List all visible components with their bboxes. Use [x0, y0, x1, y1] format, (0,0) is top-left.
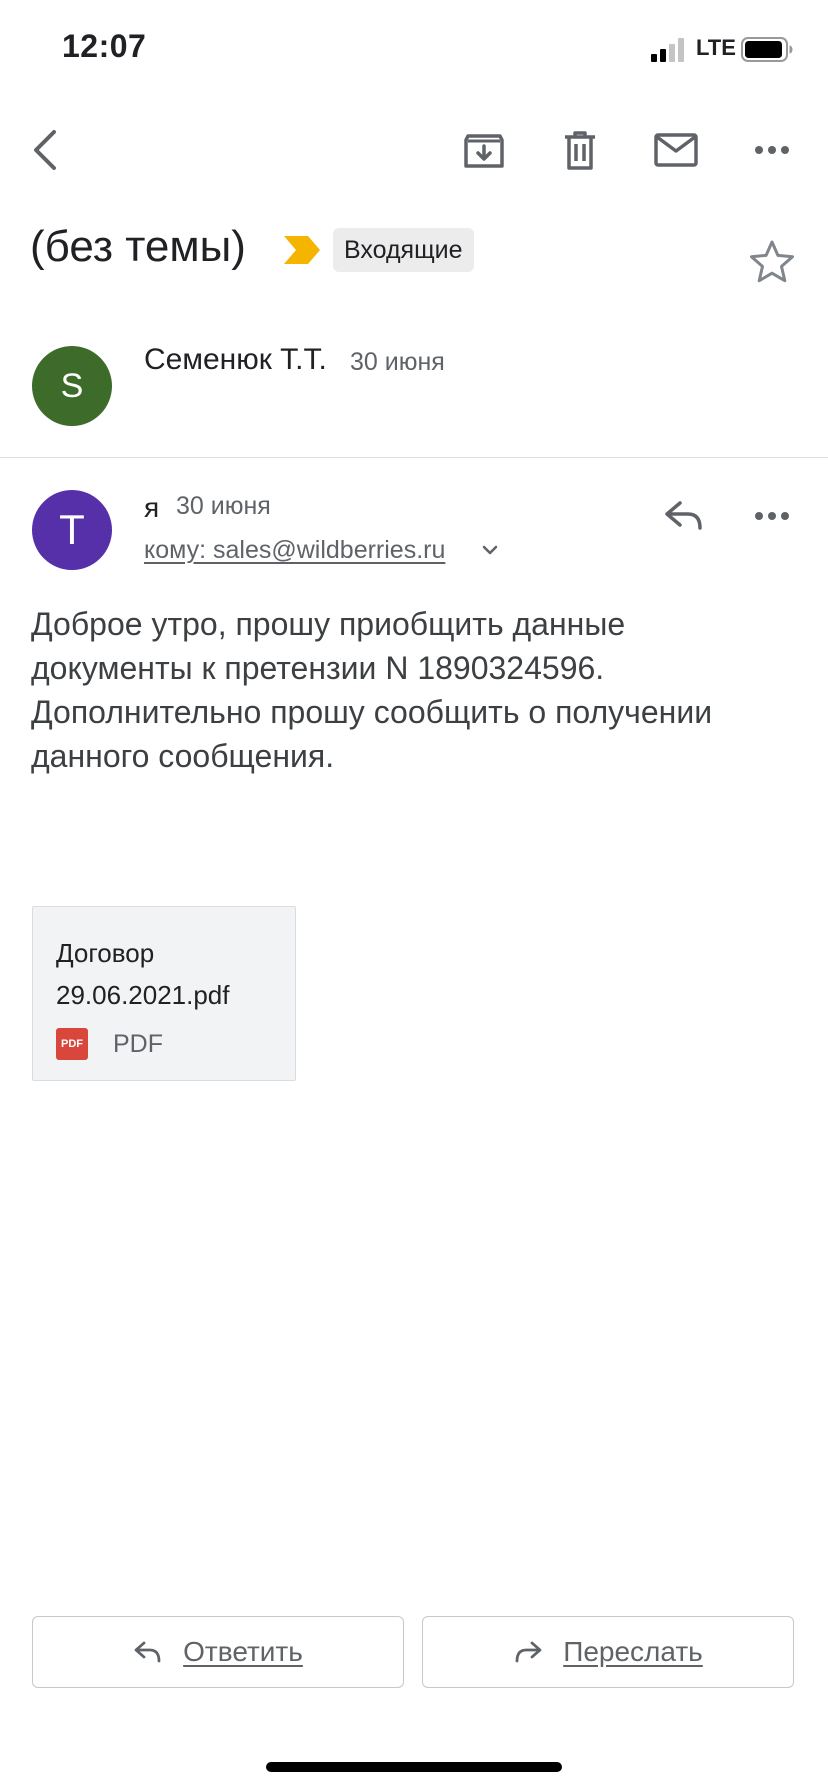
mark-unread-button[interactable]	[648, 122, 704, 178]
network-type: LTE	[696, 35, 736, 60]
back-button[interactable]	[17, 122, 73, 178]
star-icon[interactable]	[748, 238, 796, 286]
more-icon	[755, 146, 789, 154]
forward-label: Переслать	[563, 1636, 703, 1667]
avatar-letter: T	[59, 506, 85, 553]
reply-action-button[interactable]: Ответить	[32, 1616, 404, 1688]
body-line: Дополнительно прошу сообщить о получении	[31, 694, 713, 730]
reply-label: Ответить	[183, 1636, 303, 1667]
chevron-down-icon[interactable]	[480, 540, 500, 560]
avatar-letter: S	[60, 366, 84, 405]
home-indicator[interactable]	[266, 1762, 562, 1772]
status-time: 12:07	[62, 28, 147, 64]
body-line: Доброе утро, прошу приобщить данные	[31, 606, 626, 642]
pdf-file-icon: PDF	[56, 1028, 88, 1060]
attachment-name-line: Договор	[56, 938, 155, 968]
attachment-type: PDF	[113, 1030, 163, 1058]
reply-icon	[665, 501, 702, 530]
reply-icon	[134, 1641, 161, 1663]
more-icon	[755, 512, 789, 520]
reply-button[interactable]	[656, 488, 712, 544]
sender-name[interactable]: Семенюк Т.Т.	[144, 343, 327, 377]
forward-icon	[515, 1641, 542, 1663]
body-line: данного сообщения.	[31, 738, 335, 774]
trash-icon	[565, 131, 595, 170]
attachment-name: Договор 29.06.2021.pdf	[56, 932, 276, 1016]
recipients-toggle[interactable]: кому: sales@wildberries.ru	[144, 536, 445, 565]
signal-icon	[651, 38, 684, 62]
message-more-button[interactable]	[744, 488, 800, 544]
archive-button[interactable]	[456, 122, 512, 178]
back-icon	[34, 130, 56, 170]
forward-action-button[interactable]: Переслать	[422, 1616, 794, 1688]
message-body: Доброе утро, прошу приобщить данные доку…	[31, 602, 801, 778]
email-subject: (без темы)	[30, 222, 246, 271]
message-date: 30 июня	[350, 348, 445, 376]
archive-icon	[464, 134, 504, 168]
attachment-card[interactable]: Договор 29.06.2021.pdf PDF PDF	[32, 906, 296, 1081]
body-line: документы к претензии N 1890324596.	[31, 650, 605, 686]
sender-name[interactable]: я	[144, 492, 159, 524]
battery-icon	[741, 37, 793, 62]
delete-button[interactable]	[552, 122, 608, 178]
message-date: 30 июня	[176, 492, 271, 520]
avatar: S	[32, 346, 112, 426]
important-marker-icon[interactable]	[284, 236, 320, 264]
message-divider	[0, 457, 828, 458]
avatar: T	[32, 490, 112, 570]
more-options-button[interactable]	[744, 122, 800, 178]
inbox-label[interactable]: Входящие	[333, 228, 474, 272]
attachment-name-line: 29.06.2021.pdf	[56, 980, 230, 1010]
mail-icon	[654, 133, 698, 167]
